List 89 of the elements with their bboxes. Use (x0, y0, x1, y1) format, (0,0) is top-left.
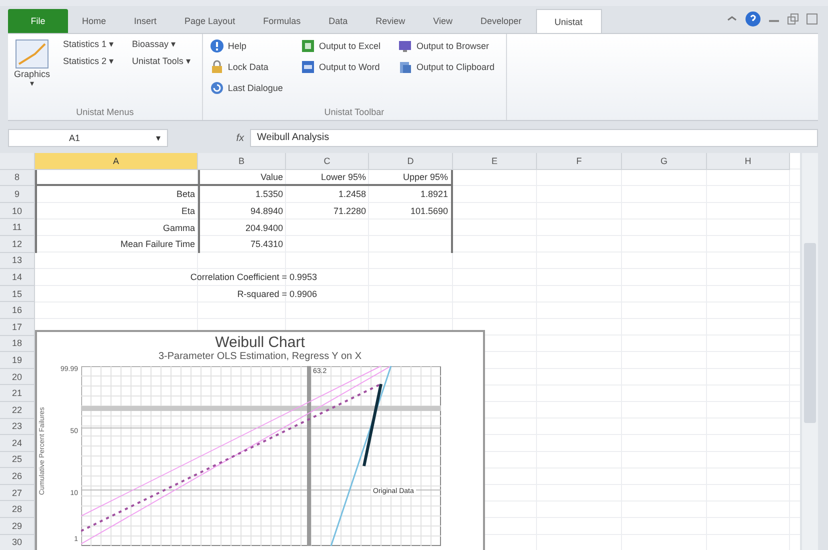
graphics-button[interactable]: Graphics ▾ (12, 37, 52, 107)
formula-field[interactable]: Weibull Analysis (250, 129, 818, 147)
row-header[interactable]: 14 (0, 269, 35, 286)
lock-icon (210, 60, 224, 74)
dialog-icon (210, 81, 224, 95)
table-cell: 101.5690 (369, 202, 453, 220)
statistic-text: Correlation Coefficient = 0.9953 (190, 272, 317, 282)
group-label: Unistat Menus (75, 107, 135, 119)
row-header[interactable]: 29 (0, 518, 35, 535)
table-cell: Beta (35, 186, 198, 203)
row-header[interactable]: 30 (0, 534, 35, 550)
statistic-text: R-squared = 0.9906 (237, 289, 317, 300)
toolbar-button[interactable]: Lock Data (206, 58, 286, 76)
row-header[interactable]: 20 (0, 368, 35, 386)
vertical-scrollbar[interactable] (802, 153, 818, 550)
row-header[interactable]: 16 (0, 302, 35, 319)
help-icon[interactable] (745, 11, 761, 27)
chart-icon (15, 39, 49, 69)
ribbon-tab[interactable]: Unistat (536, 9, 602, 33)
menu-dropdown[interactable]: Bioassay ▾ (129, 37, 194, 51)
row-header[interactable]: 25 (0, 452, 35, 468)
row-header[interactable]: 27 (0, 484, 35, 502)
ribbon-tab[interactable]: Formulas (249, 9, 315, 33)
column-header[interactable]: D (369, 153, 453, 170)
toolbar-button[interactable]: Last Dialogue (206, 79, 286, 97)
row-header[interactable]: 11 (0, 219, 35, 236)
table-cell-text: 71.2280 (332, 205, 367, 218)
table-cell: 204.9400 (198, 219, 286, 236)
row-header[interactable]: 24 (0, 435, 35, 452)
row-header[interactable]: 21 (0, 385, 35, 402)
row-header[interactable]: 23 (0, 418, 35, 436)
column-header[interactable]: B (198, 153, 286, 170)
toolbar-button[interactable]: Output to Word (298, 58, 384, 76)
help-icon (210, 39, 224, 53)
toolbar-button[interactable]: Output to Excel (298, 37, 384, 55)
row-header[interactable]: 10 (0, 202, 35, 220)
row-header[interactable]: 12 (0, 236, 35, 253)
column-header[interactable]: C (286, 153, 369, 170)
toolbar-button[interactable]: Output to Clipboard (395, 58, 498, 76)
column-header[interactable]: A (35, 153, 198, 170)
row-header[interactable]: 19 (0, 352, 35, 369)
group-label: Unistat Toolbar (323, 107, 386, 119)
ribbon-tab[interactable]: Page Layout (170, 9, 250, 33)
menu-dropdown[interactable]: Unistat Tools ▾ (129, 54, 194, 68)
scrollbar-thumb[interactable] (804, 243, 816, 423)
table-cell: Upper 95% (369, 170, 453, 186)
table-cell: Gamma (35, 219, 198, 236)
column-header[interactable]: F (537, 153, 622, 170)
row-header[interactable]: 17 (0, 318, 35, 336)
chart-subtitle: 3-Parameter OLS Estimation, Regress Y on X (158, 351, 362, 362)
chart-title: Weibull Chart (215, 334, 305, 351)
close-icon[interactable] (806, 13, 818, 25)
monitor-icon (398, 39, 412, 53)
column-header[interactable]: G (622, 153, 707, 170)
file-tab[interactable]: File (8, 9, 68, 33)
ribbon-tab[interactable]: Insert (120, 9, 171, 33)
menu-dropdown[interactable]: Statistics 1 ▾ (60, 37, 118, 51)
table-cell: 75.4310 (198, 236, 286, 253)
toolbar-button[interactable]: Help (206, 37, 286, 55)
ribbon-tab[interactable]: Data (314, 9, 362, 33)
clipboard-icon (398, 60, 412, 74)
row-header[interactable]: 8 (0, 170, 35, 186)
table-cell-text: 1.2458 (337, 188, 367, 202)
table-cell: Lower 95% (286, 170, 369, 186)
column-header[interactable]: E (453, 153, 537, 170)
row-header[interactable]: 28 (0, 501, 35, 518)
restore-icon[interactable] (787, 13, 799, 25)
row-header[interactable]: 13 (0, 252, 35, 270)
table-cell: 1.8921 (369, 186, 453, 203)
row-header[interactable]: 18 (0, 336, 35, 352)
name-box[interactable]: A1 ▾ (8, 129, 168, 147)
ribbon-tab[interactable]: View (419, 9, 466, 33)
row-header[interactable]: 26 (0, 468, 35, 485)
row-header[interactable]: 22 (0, 402, 35, 418)
ribbon-tab[interactable]: Developer (466, 9, 536, 33)
document-icon (300, 60, 315, 74)
table-cell: Mean Failure Time (35, 236, 198, 253)
column-header[interactable]: H (707, 153, 790, 170)
spreadsheet-icon (300, 39, 315, 53)
menu-dropdown[interactable]: Statistics 2 ▾ (60, 54, 118, 68)
table-cell: Value (198, 170, 286, 186)
toolbar-button[interactable]: Output to Browser (395, 37, 498, 55)
ribbon-tab[interactable]: Review (362, 9, 420, 33)
table-cell: 1.5350 (198, 186, 286, 203)
row-header[interactable]: 15 (0, 286, 35, 302)
insert-function-button[interactable]: fx (174, 132, 244, 144)
row-header[interactable]: 9 (0, 186, 35, 203)
ribbon-tab[interactable]: Home (68, 9, 120, 33)
table-cell: 94.8940 (198, 202, 286, 220)
